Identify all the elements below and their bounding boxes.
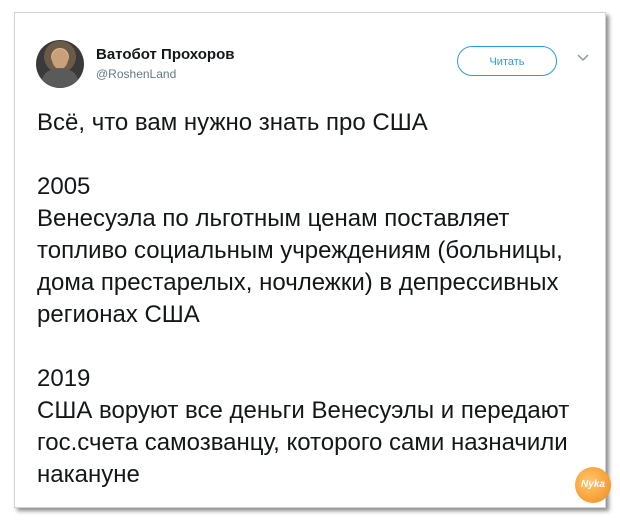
tweet-text: Всё, что вам нужно знать про США 2005 Ве… — [37, 109, 570, 488]
avatar-face — [52, 49, 68, 69]
author-handle[interactable]: @RoshenLand — [96, 67, 176, 81]
watermark-logo: Nyka — [575, 467, 611, 503]
avatar[interactable] — [36, 40, 84, 88]
chevron-down-icon[interactable] — [577, 53, 589, 63]
avatar-body — [42, 68, 78, 88]
follow-button[interactable]: Читать — [457, 46, 557, 76]
tweet-card: Ватобот Прохоров @RoshenLand Читать Всё,… — [14, 12, 611, 508]
author-name[interactable]: Ватобот Прохоров — [96, 46, 234, 63]
